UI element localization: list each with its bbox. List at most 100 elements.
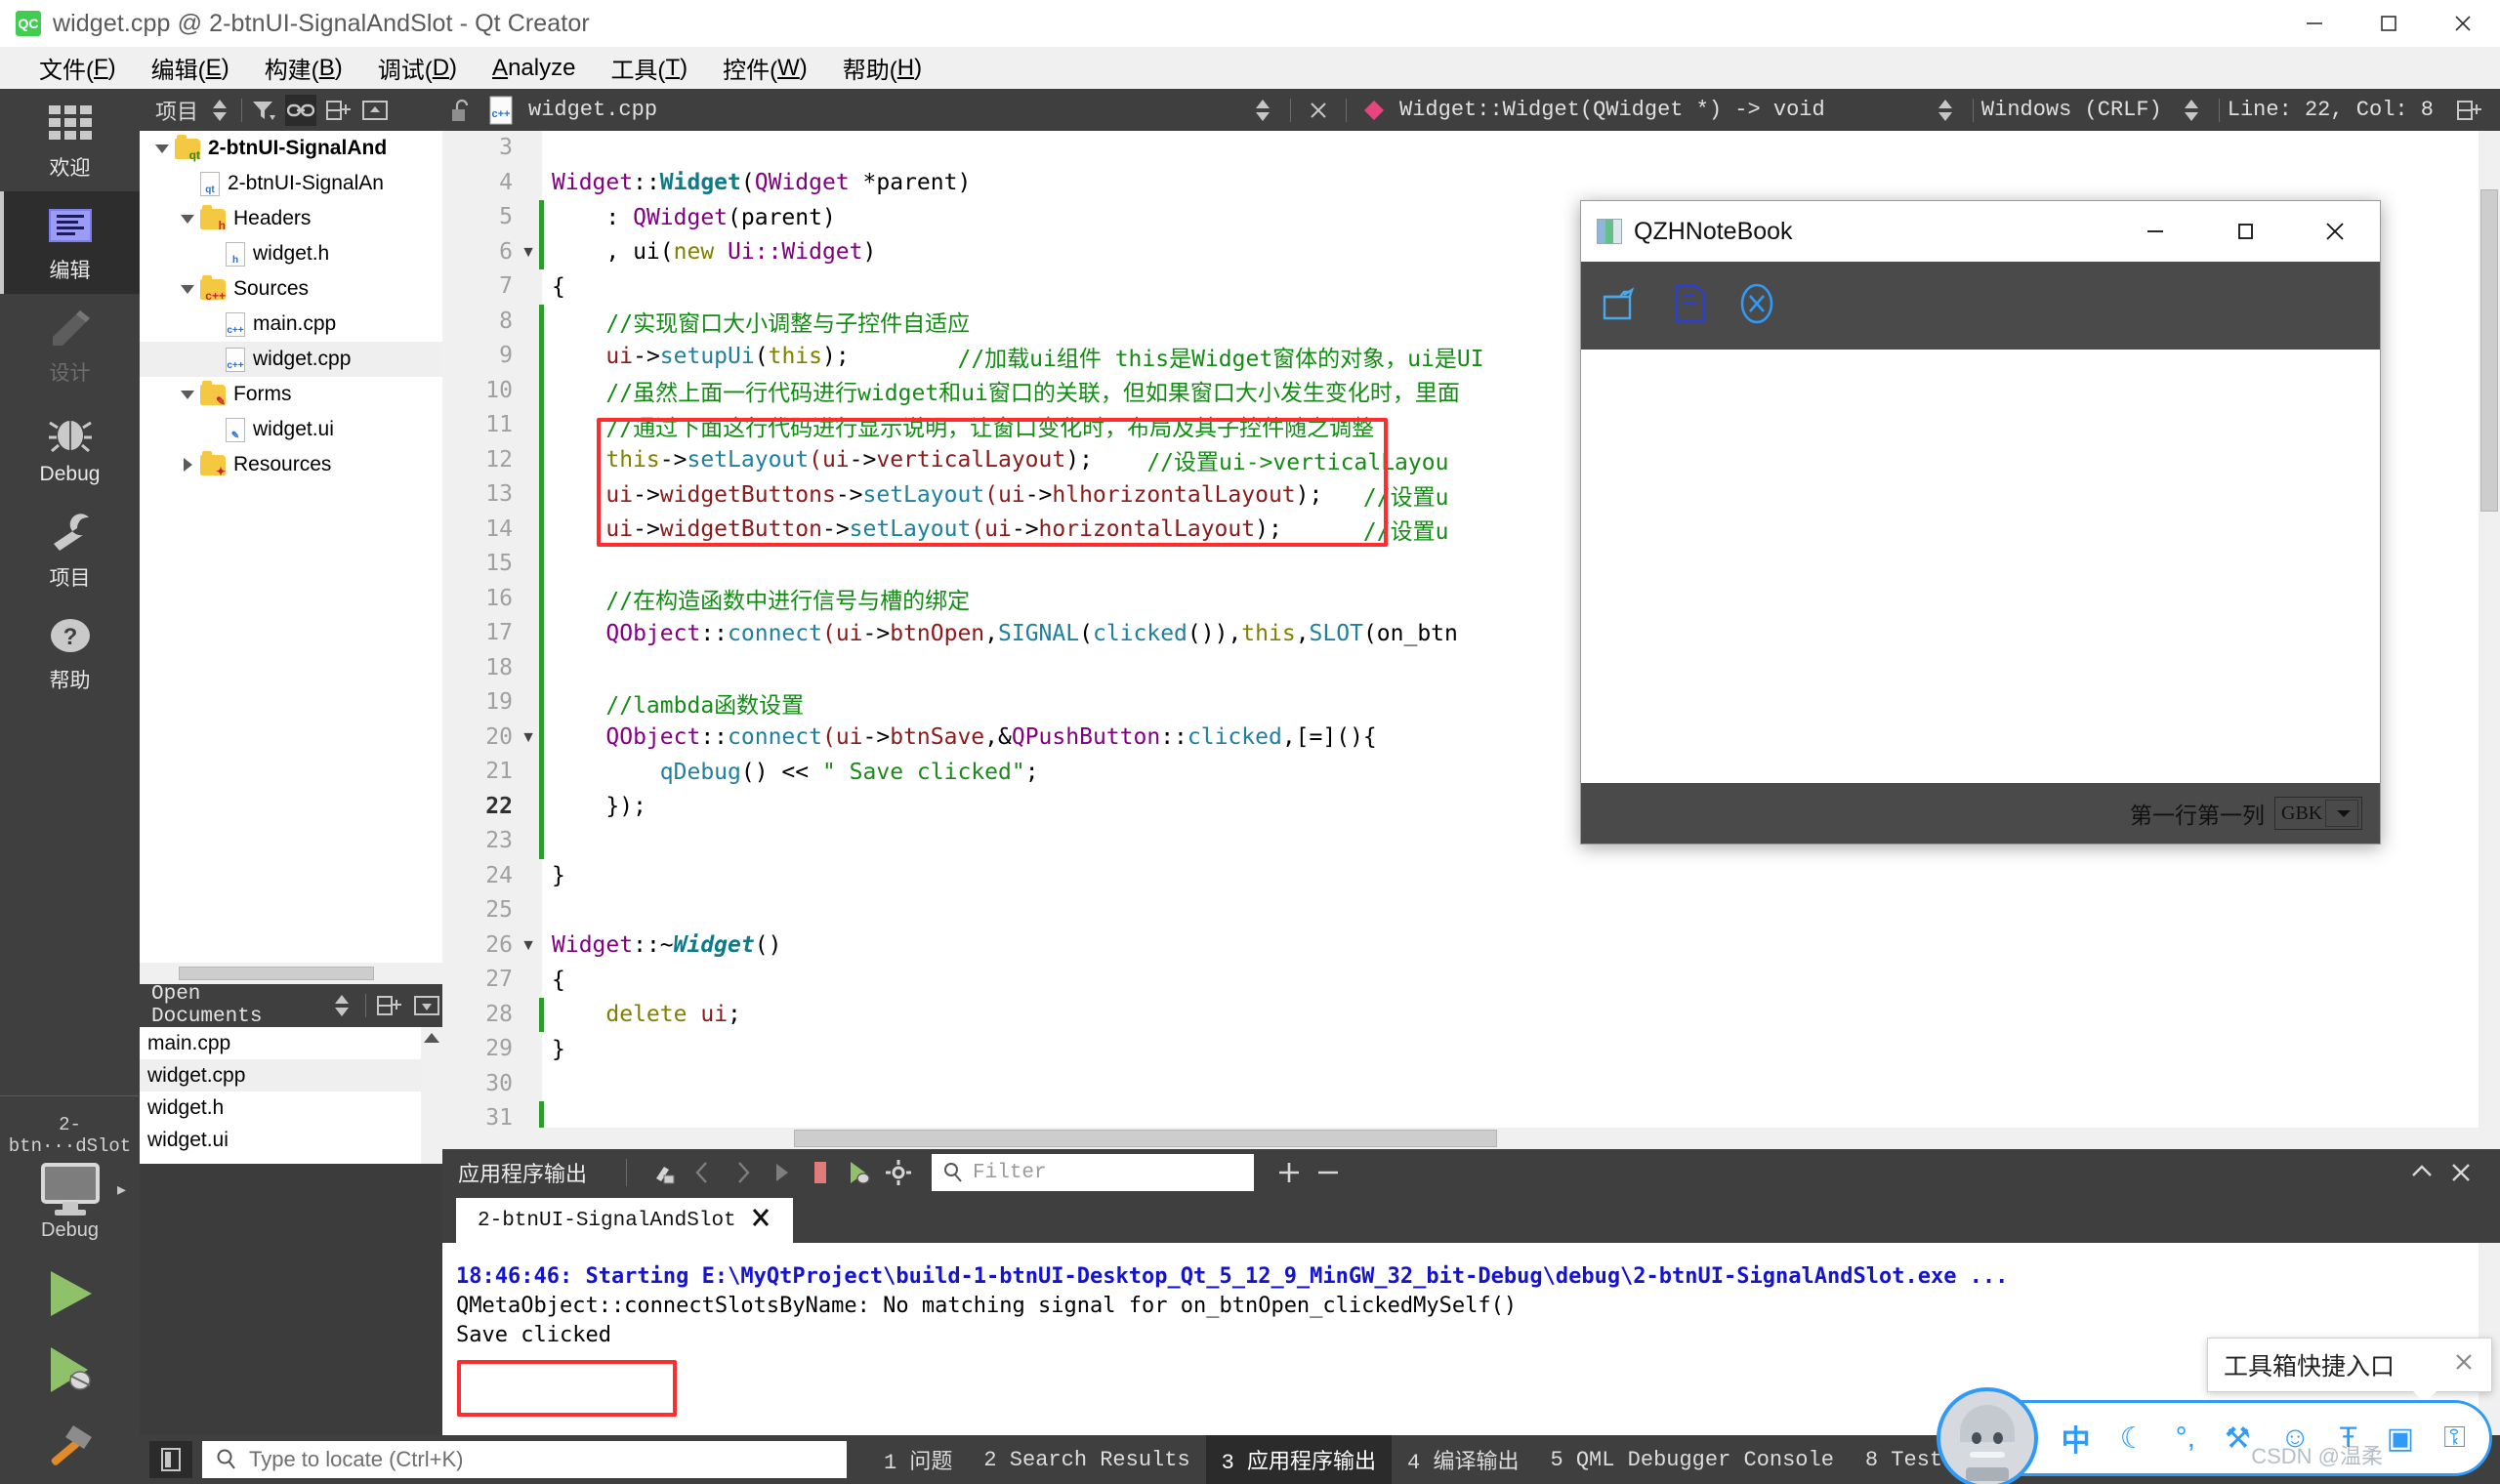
punctuation-icon[interactable]: °,	[2176, 1422, 2195, 1455]
close-split-icon[interactable]	[412, 990, 442, 1021]
code-line[interactable]: }	[542, 859, 2500, 894]
menu-item-8[interactable]: 帮助(H)	[825, 47, 939, 89]
open-documents-scrollbar[interactable]	[421, 1027, 442, 1164]
tree-item-Headers[interactable]: h Headers	[140, 201, 442, 236]
code-line[interactable]: }	[542, 1032, 2500, 1067]
chevron-down-icon[interactable]	[175, 389, 200, 400]
tree-item-widget.h[interactable]: h widget.h	[140, 236, 442, 271]
fold-toggle-icon[interactable]: ▼	[519, 235, 538, 270]
play-icon[interactable]	[762, 1153, 801, 1192]
start-debugging-button[interactable]	[0, 1332, 140, 1408]
maximize-button[interactable]	[2352, 0, 2426, 47]
statusbar-tab-1[interactable]: 1 问题	[868, 1435, 968, 1484]
encoding-select[interactable]: GBK	[2274, 797, 2362, 830]
tree-item-2-btnUI-SignalAn[interactable]: qt 2-btnUI-SignalAn	[140, 166, 442, 201]
split-add-icon[interactable]	[2449, 89, 2488, 131]
minus-icon[interactable]	[1309, 1153, 1348, 1192]
minimize-button[interactable]	[2110, 201, 2200, 262]
maximize-pane-icon[interactable]	[2402, 1153, 2441, 1192]
code-line[interactable]: {	[542, 963, 2500, 998]
maximize-button[interactable]	[2200, 201, 2290, 262]
moon-icon[interactable]: ☾	[2120, 1422, 2146, 1456]
code-line[interactable]: delete ui;	[542, 998, 2500, 1033]
kit-project-name[interactable]: 2-btn···dSlot	[0, 1106, 140, 1161]
chevron-down-icon[interactable]	[175, 283, 200, 295]
stop-icon[interactable]	[801, 1153, 840, 1192]
chevron-right-icon[interactable]	[175, 457, 200, 473]
unlocked-icon[interactable]	[442, 89, 481, 131]
split-add-icon[interactable]	[322, 95, 354, 126]
statusbar-tab-2[interactable]: 2 Search Results	[968, 1435, 1205, 1484]
open-document-widget-cpp[interactable]: widget.cpp	[140, 1059, 442, 1092]
close-circle-icon[interactable]	[1735, 281, 1778, 331]
chevron-down-icon[interactable]	[149, 143, 175, 154]
updown-arrows-icon[interactable]	[1243, 89, 1282, 131]
clear-output-icon[interactable]	[645, 1153, 684, 1192]
tree-item-Resources[interactable]: ✦ Resources	[140, 447, 442, 482]
toolbox-wrench-icon[interactable]: ⚒	[2225, 1422, 2251, 1456]
tree-item-2-btnUI-SignalAnd[interactable]: qt 2-btnUI-SignalAnd	[140, 131, 442, 166]
close-pane-icon[interactable]	[2441, 1153, 2480, 1192]
menu-item-1[interactable]: 文件(F)	[21, 47, 134, 89]
close-x-icon[interactable]	[1299, 89, 1338, 131]
tree-item-widget.ui[interactable]: ✎ widget.ui	[140, 412, 442, 447]
code-line[interactable]	[542, 131, 2500, 166]
mode-item-欢迎[interactable]: 欢迎	[0, 89, 140, 191]
statusbar-tab-4[interactable]: 4 编译输出	[1392, 1435, 1534, 1484]
project-tree[interactable]: qt 2-btnUI-SignalAnd qt 2-btnUI-SignalAn h He…	[140, 131, 442, 963]
build-button[interactable]	[0, 1408, 140, 1484]
menu-item-4[interactable]: 调试(D)	[360, 47, 475, 89]
ime-avatar-icon[interactable]	[1936, 1387, 2038, 1484]
link-sync-icon[interactable]	[285, 94, 317, 126]
rerun-debug-icon[interactable]	[840, 1153, 879, 1192]
next-icon[interactable]	[723, 1153, 762, 1192]
tree-item-Forms[interactable]: ✎ Forms	[140, 377, 442, 412]
menu-item-6[interactable]: 工具(T)	[593, 47, 705, 89]
chinese-mode-icon[interactable]: 中	[2062, 1417, 2091, 1460]
code-line[interactable]	[542, 893, 2500, 928]
menu-item-7[interactable]: 控件(W)	[705, 47, 825, 89]
qzhnotebook-text-area[interactable]	[1581, 350, 2380, 783]
close-button[interactable]	[2290, 201, 2380, 262]
plus-icon[interactable]	[1270, 1153, 1309, 1192]
close-split-icon[interactable]	[359, 95, 391, 126]
code-line[interactable]: Widget::~ Widget()	[542, 928, 2500, 964]
chevron-down-icon[interactable]	[175, 213, 200, 225]
open-document-widget-h[interactable]: widget.h	[140, 1092, 442, 1124]
locator-input[interactable]: Type to locate (Ctrl+K)	[202, 1441, 847, 1478]
split-add-icon[interactable]	[374, 990, 404, 1021]
filter-icon[interactable]	[248, 95, 279, 126]
apps-grid-icon[interactable]: ▣	[2387, 1422, 2414, 1456]
open-documents-list[interactable]: main.cpp widget.cpp widget.h widget.ui	[140, 1027, 442, 1164]
updown-arrows-icon[interactable]	[1926, 89, 1965, 131]
mode-item-编辑[interactable]: 编辑	[0, 191, 140, 294]
editor-hscrollbar[interactable]	[442, 1128, 2500, 1149]
editor-filename[interactable]: widget.cpp	[528, 98, 657, 122]
mode-item-Debug[interactable]: Debug	[0, 396, 140, 499]
minimize-button[interactable]	[2277, 0, 2352, 47]
kit-target-selector[interactable]: ▸ Debug	[0, 1161, 140, 1256]
project-tree-hscrollbar[interactable]	[140, 963, 442, 984]
menu-item-3[interactable]: 构建(B)	[247, 47, 360, 89]
editor-vscrollbar[interactable]	[2479, 131, 2500, 1149]
output-filter-input[interactable]: Filter	[932, 1154, 1255, 1191]
tree-item-Sources[interactable]: c++ Sources	[140, 271, 442, 307]
sort-updown-icon[interactable]	[204, 95, 235, 126]
sort-updown-icon[interactable]	[327, 990, 357, 1021]
mode-item-项目[interactable]: 项目	[0, 499, 140, 601]
lock-icon[interactable]: ⚿	[2443, 1422, 2466, 1455]
close-x-icon[interactable]	[2452, 1350, 2476, 1381]
updown-arrows-icon[interactable]	[2172, 89, 2211, 131]
statusbar-tab-5[interactable]: 5 QML Debugger Console	[1534, 1435, 1849, 1484]
mode-item-帮助[interactable]: ? 帮助	[0, 601, 140, 704]
open-document-main-cpp[interactable]: main.cpp	[140, 1027, 442, 1059]
fold-toggle-icon[interactable]: ▼	[519, 928, 538, 964]
project-tree-title[interactable]: 项目	[155, 95, 198, 126]
menu-item-2[interactable]: 编辑(E)	[134, 47, 247, 89]
run-button[interactable]	[0, 1256, 140, 1332]
output-tab-run[interactable]: 2-btnUI-SignalAndSlot	[456, 1198, 793, 1243]
close-x-icon[interactable]	[750, 1207, 771, 1235]
open-document-widget-ui[interactable]: widget.ui	[140, 1124, 442, 1156]
open-documents-title[interactable]: Open Documents	[151, 983, 319, 1028]
chevron-down-icon[interactable]	[2325, 800, 2358, 827]
